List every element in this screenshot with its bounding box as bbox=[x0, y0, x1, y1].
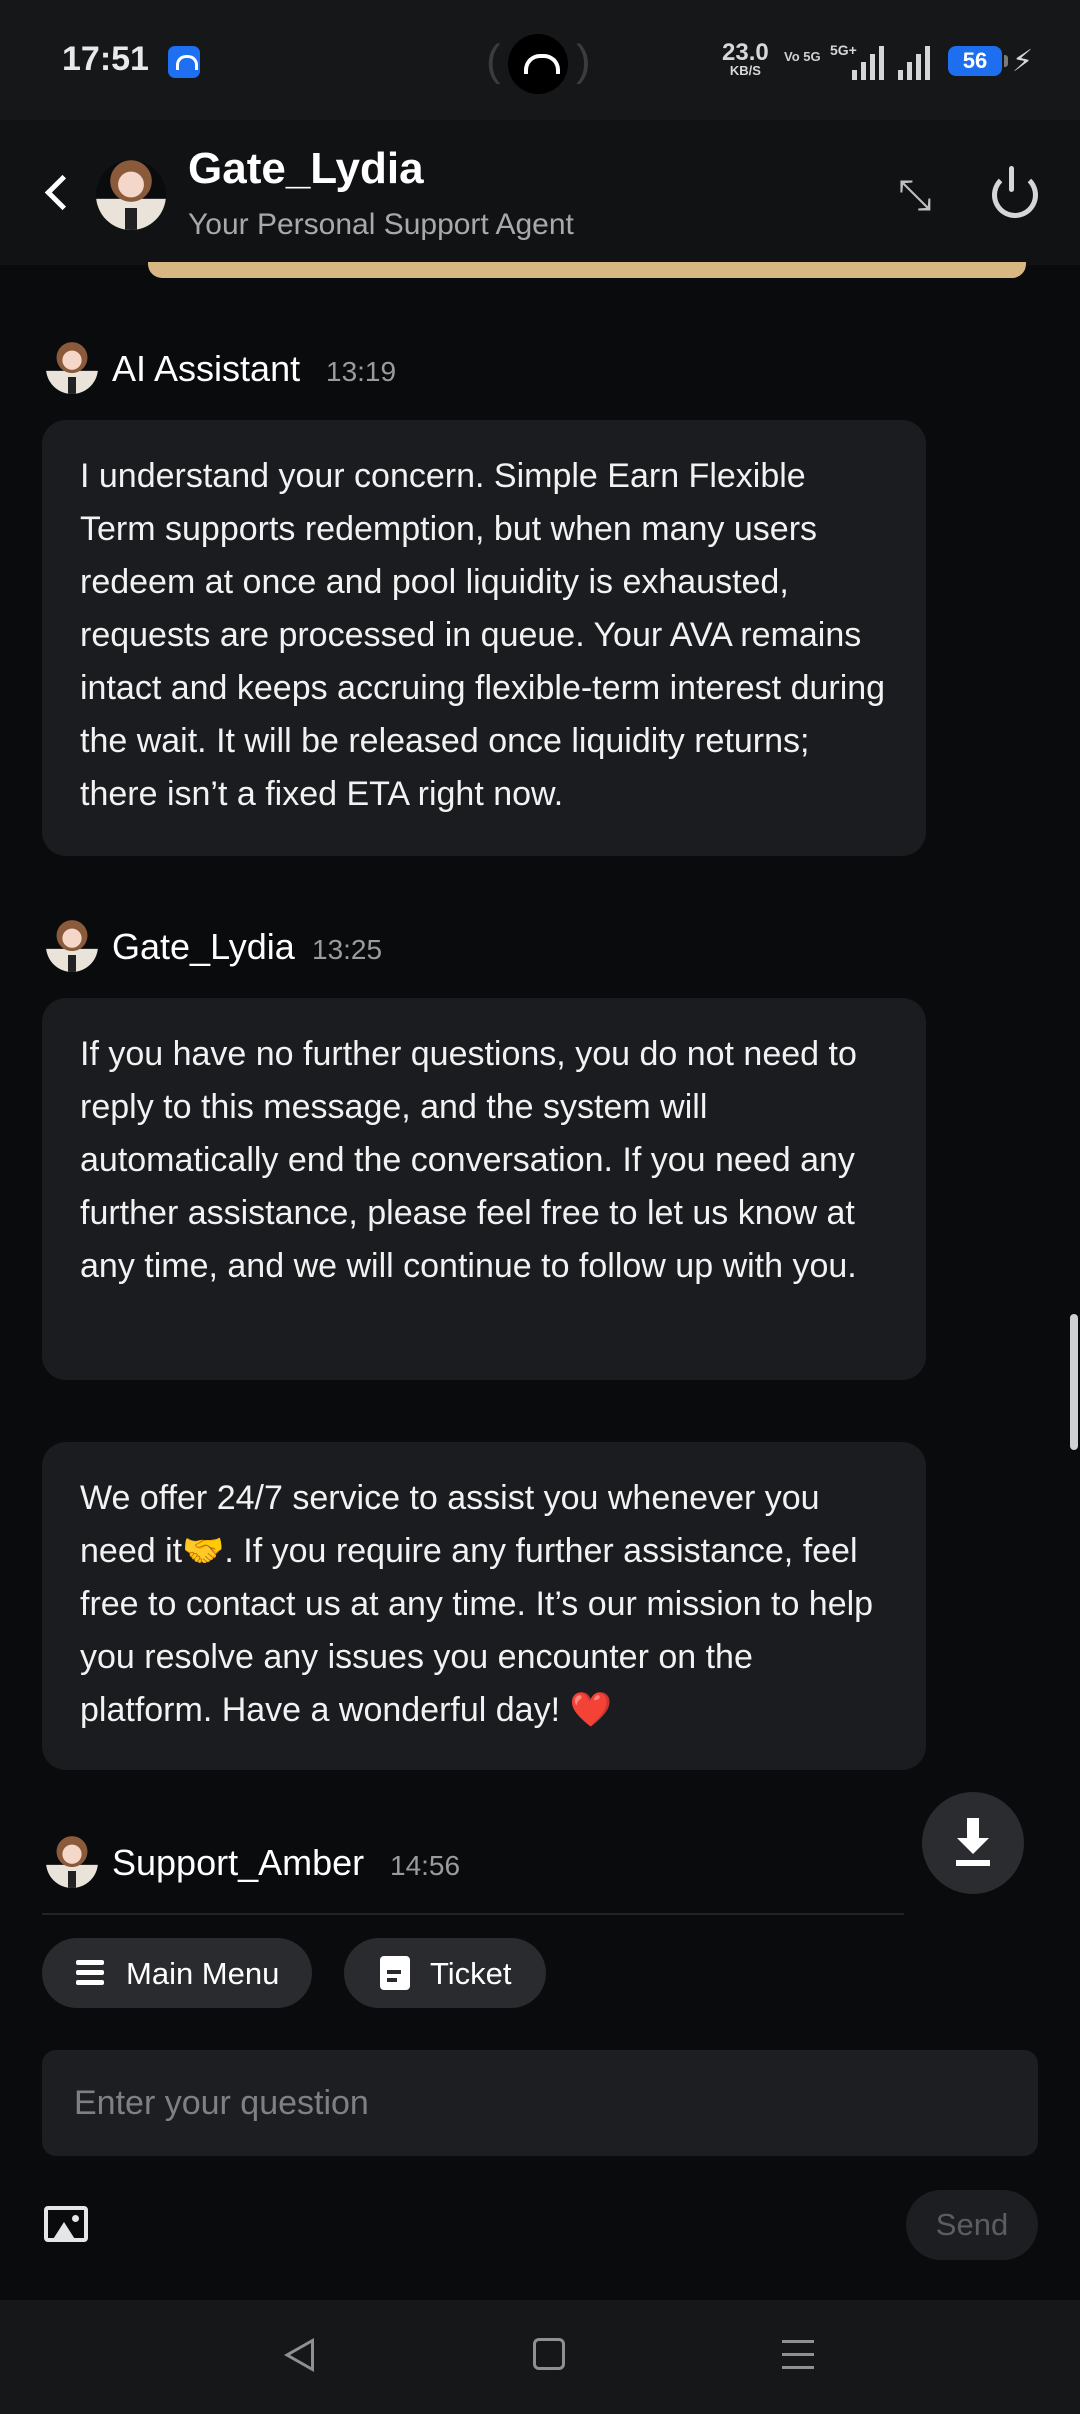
charging-icon: ⚡ bbox=[1012, 45, 1034, 78]
send-button[interactable]: Send bbox=[906, 2190, 1038, 2260]
message-time: 13:19 bbox=[326, 356, 397, 387]
island-right-bracket: ) bbox=[576, 36, 591, 85]
status-bar: 17:51 ( ) 23.0 KB/S Vo 5G 5G+ 56 ⚡ bbox=[0, 0, 1080, 120]
message-bubble: We offer 24/7 service to assist you when… bbox=[42, 1442, 926, 1770]
sender-name: AI Assistant bbox=[112, 348, 301, 389]
nav-menu-icon[interactable] bbox=[782, 2340, 814, 2370]
message-time: 13:25 bbox=[312, 934, 383, 965]
chat-header: Gate_Lydia Your Personal Support Agent ⤡ bbox=[0, 120, 1080, 265]
composer-divider bbox=[42, 1913, 904, 1915]
collapse-icon[interactable]: ⤡ bbox=[896, 170, 948, 222]
sender-name: Support_Amber bbox=[112, 1842, 365, 1883]
nav-back-icon[interactable] bbox=[284, 2338, 318, 2374]
nav-home-icon[interactable] bbox=[533, 2338, 565, 2370]
message-header: Gate_Lydia 13:25 bbox=[46, 918, 446, 978]
sender-avatar bbox=[46, 920, 98, 972]
ticket-button[interactable]: Ticket bbox=[344, 1938, 546, 2008]
sender-avatar bbox=[46, 342, 98, 394]
agent-name: Gate_Lydia bbox=[188, 144, 424, 193]
main-menu-label: Main Menu bbox=[126, 1956, 280, 1991]
message-bubble: I understand your concern. Simple Earn F… bbox=[42, 420, 926, 856]
download-icon bbox=[956, 1860, 990, 1866]
image-icon[interactable] bbox=[44, 2206, 88, 2242]
signal-icon-sim1 bbox=[852, 46, 886, 80]
power-icon[interactable] bbox=[986, 164, 1042, 220]
hotspot-icon bbox=[508, 34, 568, 94]
agent-subtitle: Your Personal Support Agent bbox=[188, 208, 574, 241]
ticket-label: Ticket bbox=[430, 1956, 512, 1991]
status-time: 17:51 bbox=[62, 40, 149, 78]
back-icon[interactable] bbox=[36, 168, 86, 218]
system-nav-bar bbox=[0, 2300, 1080, 2414]
main-menu-button[interactable]: Main Menu bbox=[42, 1938, 312, 2008]
message-header: AI Assistant 13:19 bbox=[46, 340, 446, 400]
chat-screen: 17:51 ( ) 23.0 KB/S Vo 5G 5G+ 56 ⚡ Gate_… bbox=[0, 0, 1080, 2414]
question-input[interactable] bbox=[42, 2050, 1038, 2156]
previous-card-edge bbox=[148, 262, 1026, 278]
scrollbar-thumb[interactable] bbox=[1070, 1314, 1078, 1450]
battery-icon: 56 bbox=[948, 46, 1008, 76]
island-left-bracket: ( bbox=[486, 36, 501, 85]
sender-name: Gate_Lydia bbox=[112, 926, 295, 967]
signal-icon-sim2 bbox=[898, 46, 932, 80]
agent-avatar bbox=[96, 160, 166, 230]
notification-app-icon bbox=[168, 46, 200, 78]
network-speed: 23.0 KB/S bbox=[722, 41, 769, 80]
sender-avatar bbox=[46, 1836, 98, 1888]
document-icon bbox=[380, 1956, 410, 1990]
message-bubble: If you have no further questions, you do… bbox=[42, 998, 926, 1380]
message-header: Support_Amber 14:56 bbox=[46, 1834, 526, 1894]
menu-icon bbox=[76, 1960, 104, 1986]
scroll-to-bottom-button[interactable] bbox=[922, 1792, 1024, 1894]
message-time: 14:56 bbox=[390, 1850, 461, 1881]
volte-label: Vo 5G bbox=[784, 49, 821, 64]
